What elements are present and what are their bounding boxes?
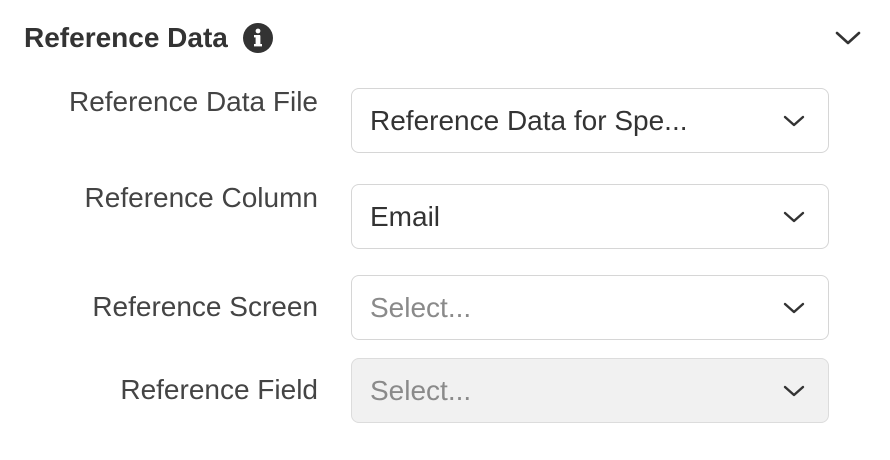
field-label: Reference Data File [58,82,318,122]
chevron-down-icon [780,377,808,405]
section-header[interactable]: Reference Data [24,16,876,60]
field-label-text: Reference Data File [68,86,318,117]
field-label: Reference Field [58,370,318,410]
field-label: Reference Column [58,178,318,218]
select-placeholder: Select... [370,374,472,406]
reference-field-select: Select... [351,358,829,423]
select-value: Email [370,200,441,232]
field-label-text: Reference Screen [92,291,318,322]
info-icon[interactable] [242,22,274,54]
chevron-down-icon [780,203,808,231]
field-label-text: Reference Column [84,182,318,213]
field-label-text: Reference Field [120,374,318,405]
field-label: Reference Screen [58,287,318,327]
reference-screen-select[interactable]: Select... [351,275,829,340]
chevron-down-icon[interactable] [834,24,862,52]
select-value: Reference Data for Spe... [370,104,688,136]
chevron-down-icon [780,107,808,135]
reference-column-select[interactable]: Email [351,184,829,249]
reference-data-panel: Reference Data Reference Data File Refer… [0,0,890,460]
chevron-down-icon [780,294,808,322]
select-placeholder: Select... [370,291,472,323]
section-title: Reference Data [24,22,228,53]
reference-data-file-select[interactable]: Reference Data for Spe... [351,88,829,153]
